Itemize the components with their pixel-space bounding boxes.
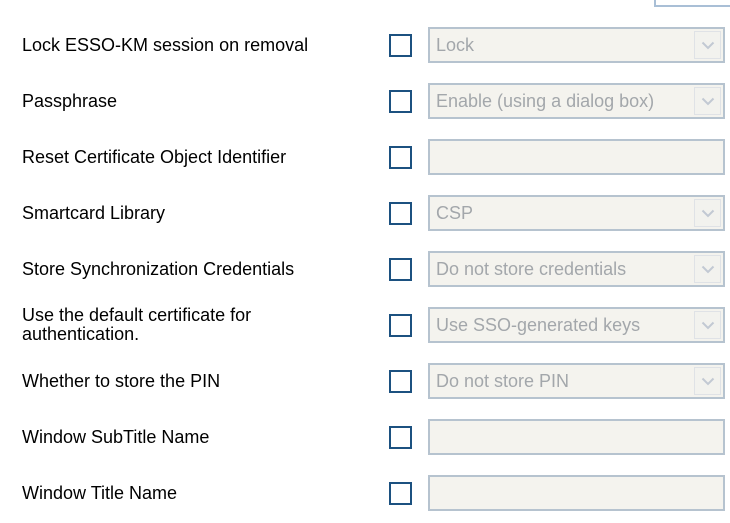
setting-label: Reset Certificate Object Identifier bbox=[22, 146, 287, 167]
setting-dropdown[interactable]: Do not store credentials bbox=[428, 251, 725, 287]
setting-row-store-sync-credentials: Store Synchronization Credentials Do not… bbox=[0, 241, 730, 297]
override-checkbox[interactable] bbox=[389, 34, 412, 57]
setting-row-window-subtitle: Window SubTitle Name bbox=[0, 409, 730, 465]
override-checkbox[interactable] bbox=[389, 90, 412, 113]
setting-row-default-certificate: Use the default certificate for authenti… bbox=[0, 297, 730, 353]
override-checkbox[interactable] bbox=[389, 258, 412, 281]
setting-row-passphrase: Passphrase Enable (using a dialog box) bbox=[0, 73, 730, 129]
override-checkbox[interactable] bbox=[389, 482, 412, 505]
override-checkbox[interactable] bbox=[389, 426, 412, 449]
dropdown-value: Use SSO-generated keys bbox=[436, 314, 641, 335]
policy-settings-panel: Lock ESSO-KM session on removal Lock Pas… bbox=[0, 0, 730, 523]
setting-label: Window SubTitle Name bbox=[22, 426, 210, 447]
dropdown-value: Do not store PIN bbox=[436, 370, 570, 391]
override-checkbox[interactable] bbox=[389, 146, 412, 169]
chevron-down-icon[interactable] bbox=[694, 311, 721, 339]
setting-row-store-pin: Whether to store the PIN Do not store PI… bbox=[0, 353, 730, 409]
chevron-down-icon[interactable] bbox=[694, 199, 721, 227]
setting-text-field[interactable] bbox=[428, 419, 725, 455]
setting-text-field[interactable] bbox=[428, 475, 725, 511]
override-checkbox[interactable] bbox=[389, 370, 412, 393]
setting-dropdown[interactable]: Do not store PIN bbox=[428, 363, 725, 399]
setting-text-field[interactable] bbox=[428, 139, 725, 175]
top-button-edge bbox=[654, 0, 730, 7]
setting-label: Use the default certificate for authenti… bbox=[22, 305, 252, 344]
chevron-down-icon[interactable] bbox=[694, 367, 721, 395]
override-checkbox[interactable] bbox=[389, 202, 412, 225]
setting-dropdown[interactable]: Enable (using a dialog box) bbox=[428, 83, 725, 119]
dropdown-value: Do not store credentials bbox=[436, 258, 627, 279]
setting-label: Store Synchronization Credentials bbox=[22, 258, 295, 279]
setting-row-lock-session: Lock ESSO-KM session on removal Lock bbox=[0, 17, 730, 73]
setting-label: Lock ESSO-KM session on removal bbox=[22, 34, 309, 55]
dropdown-value: Lock bbox=[436, 34, 475, 55]
setting-dropdown[interactable]: Lock bbox=[428, 27, 725, 63]
setting-dropdown[interactable]: CSP bbox=[428, 195, 725, 231]
setting-row-window-title: Window Title Name bbox=[0, 465, 730, 521]
override-checkbox[interactable] bbox=[389, 314, 412, 337]
dropdown-value: Enable (using a dialog box) bbox=[436, 90, 655, 111]
setting-row-smartcard-library: Smartcard Library CSP bbox=[0, 185, 730, 241]
chevron-down-icon[interactable] bbox=[694, 31, 721, 59]
setting-label: Window Title Name bbox=[22, 482, 178, 503]
setting-label: Smartcard Library bbox=[22, 202, 166, 223]
setting-label: Whether to store the PIN bbox=[22, 370, 221, 391]
setting-row-reset-certificate-oid: Reset Certificate Object Identifier bbox=[0, 129, 730, 185]
chevron-down-icon[interactable] bbox=[694, 255, 721, 283]
setting-label: Passphrase bbox=[22, 90, 118, 111]
chevron-down-icon[interactable] bbox=[694, 87, 721, 115]
dropdown-value: CSP bbox=[436, 202, 474, 223]
setting-dropdown[interactable]: Use SSO-generated keys bbox=[428, 307, 725, 343]
